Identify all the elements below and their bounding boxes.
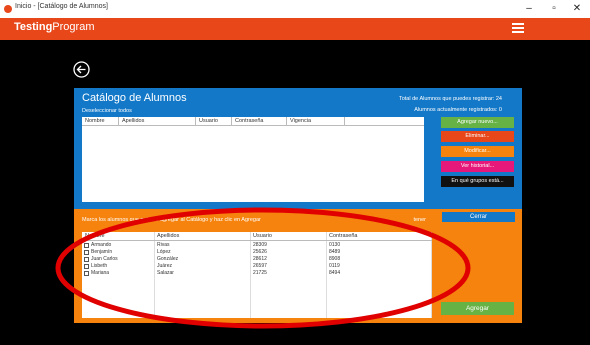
add-instructions: Marca los alumnos que quieres agregar al…	[82, 217, 261, 223]
cell-nombre: Mariana	[91, 270, 110, 276]
row-checkbox[interactable]	[84, 243, 89, 248]
maximize-button[interactable]: ▫	[545, 1, 563, 17]
add-button[interactable]: Agregar	[441, 302, 514, 315]
add-students-panel: Marca los alumnos que quieres agregar al…	[74, 209, 522, 323]
row-checkbox[interactable]	[84, 257, 89, 262]
cell-contrasena: 0130	[329, 242, 341, 248]
deselect-all-link[interactable]: Deseleccionar todos	[82, 108, 132, 114]
row-checkbox[interactable]	[84, 271, 89, 276]
column-header-contrasena[interactable]: Contraseña	[329, 233, 357, 239]
cell-contrasena: 8908	[329, 256, 341, 262]
window-title: Inicio - [Catálogo de Alumnos]	[15, 3, 108, 10]
cell-apellidos: Juárez	[157, 263, 173, 269]
row-checkbox[interactable]	[84, 264, 89, 269]
table-row[interactable]: Lisbeth Juárez 26597 0119	[82, 263, 432, 270]
table-row[interactable]: Mariana Salazar 21725 8494	[82, 270, 432, 277]
column-header-nombre[interactable]: Nombre	[85, 233, 105, 239]
current-students-label: Alumnos actualmente registrados: 0	[414, 107, 502, 113]
brand-logo: TestingProgram	[14, 21, 95, 33]
add-new-button[interactable]: Agregar nuevo...	[441, 117, 514, 128]
cell-contrasena: 0119	[329, 263, 340, 269]
app-header: TestingProgram	[0, 18, 590, 40]
cell-nombre: Lisbeth	[91, 263, 108, 269]
close-panel-button[interactable]: Cerrar	[442, 212, 515, 222]
cell-apellidos: González	[157, 256, 179, 262]
back-arrow-icon[interactable]	[73, 61, 90, 78]
table-row[interactable]: Juan Carlos González 28612 8908	[82, 256, 432, 263]
table-row[interactable]: Armando Rivas 28309 0130	[82, 242, 432, 249]
close-window-button[interactable]: ✕	[568, 1, 586, 17]
column-header-vigencia[interactable]: Vigencia	[290, 118, 311, 124]
column-header-apellidos[interactable]: Apellidos	[122, 118, 144, 124]
cell-contrasena: 8489	[329, 249, 341, 255]
column-header-usuario[interactable]: Usuario	[253, 233, 272, 239]
hamburger-menu-icon[interactable]	[512, 23, 524, 33]
minimize-button[interactable]: –	[520, 1, 538, 17]
column-header-apellidos[interactable]: Apellidos	[157, 233, 179, 239]
cell-apellidos: López	[157, 249, 171, 255]
view-history-button[interactable]: Ver historial...	[441, 161, 514, 172]
row-checkbox[interactable]	[84, 250, 89, 255]
total-students-label: Total de Alumnos que puedes registrar: 2…	[398, 96, 502, 102]
app-logo-icon	[4, 5, 12, 13]
page-title: Catálogo de Alumnos	[82, 92, 187, 104]
cell-nombre: Juan Carlos	[91, 256, 118, 262]
cell-usuario: 26597	[253, 263, 267, 269]
modify-button[interactable]: Modificar...	[441, 146, 514, 157]
cell-contrasena: 8494	[329, 270, 341, 276]
delete-button[interactable]: Eliminar...	[441, 131, 514, 142]
catalog-table-header: Nombre Apellidos Usuario Contraseña Vige…	[82, 117, 424, 126]
cell-usuario: 28309	[253, 242, 267, 248]
cell-usuario: 25626	[253, 249, 267, 255]
cell-apellidos: Salazar	[157, 270, 174, 276]
cell-nombre: Armando	[91, 242, 112, 248]
cell-nombre: Benjamín	[91, 249, 113, 255]
add-instructions-tail: tener	[413, 217, 426, 223]
students-to-add-table[interactable]: Nombre Apellidos Usuario Contraseña Arma…	[82, 232, 432, 318]
table-row[interactable]: Benjamín López 25626 8489	[82, 249, 432, 256]
students-table-header: Nombre Apellidos Usuario Contraseña	[82, 232, 432, 241]
column-header-nombre[interactable]: Nombre	[85, 118, 105, 124]
groups-button[interactable]: En qué grupos está...	[441, 176, 514, 187]
catalog-panel: Catálogo de Alumnos Deseleccionar todos …	[74, 88, 522, 209]
window-titlebar: Inicio - [Catálogo de Alumnos] – ▫ ✕	[0, 0, 590, 18]
cell-usuario: 21725	[253, 270, 267, 276]
catalog-table[interactable]: Nombre Apellidos Usuario Contraseña Vige…	[82, 117, 424, 202]
column-header-usuario[interactable]: Usuario	[199, 118, 218, 124]
column-header-contrasena[interactable]: Contraseña	[235, 118, 263, 124]
cell-apellidos: Rivas	[157, 242, 170, 248]
cell-usuario: 28612	[253, 256, 267, 262]
